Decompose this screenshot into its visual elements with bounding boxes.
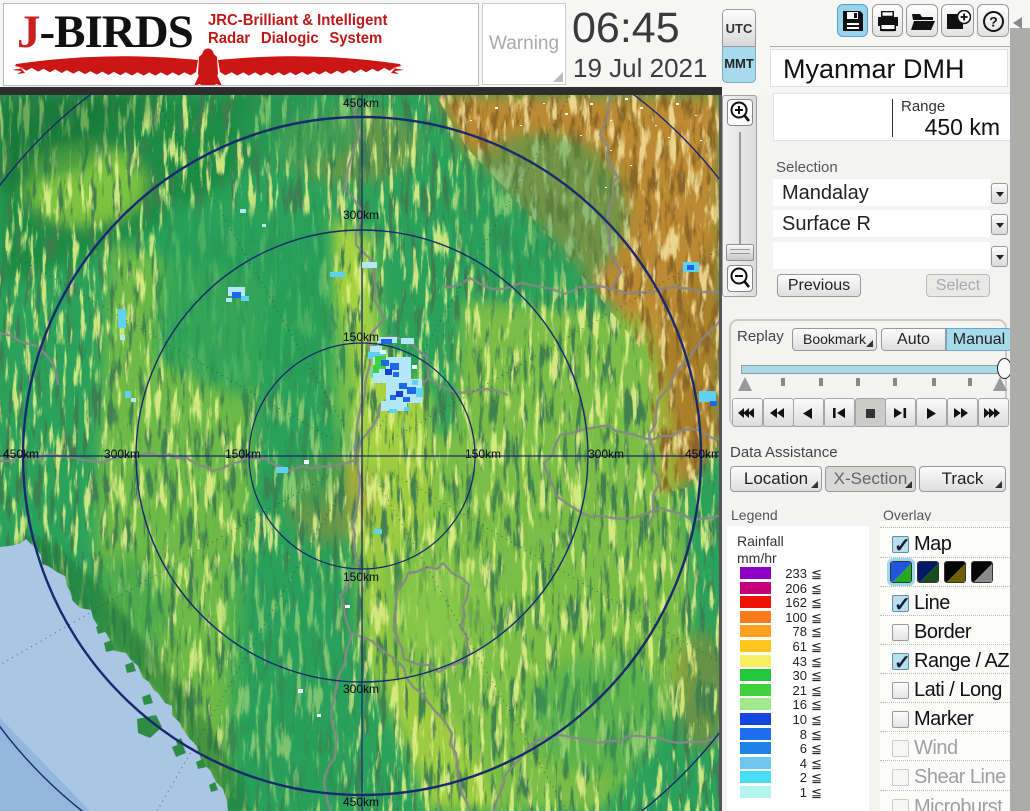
- svg-text:450km: 450km: [685, 447, 721, 461]
- svg-text:150km: 150km: [465, 447, 501, 461]
- svg-text:300km: 300km: [343, 208, 379, 222]
- svg-text:?: ?: [989, 14, 998, 30]
- svg-text:150km: 150km: [343, 330, 379, 344]
- svg-text:150km: 150km: [225, 447, 261, 461]
- svg-text:300km: 300km: [343, 682, 379, 696]
- svg-text:300km: 300km: [104, 447, 140, 461]
- svg-text:150km: 150km: [343, 570, 379, 584]
- svg-text:450km: 450km: [3, 447, 39, 461]
- svg-text:450km: 450km: [343, 96, 379, 110]
- svg-text:450km: 450km: [343, 795, 379, 809]
- svg-text:300km: 300km: [588, 447, 624, 461]
